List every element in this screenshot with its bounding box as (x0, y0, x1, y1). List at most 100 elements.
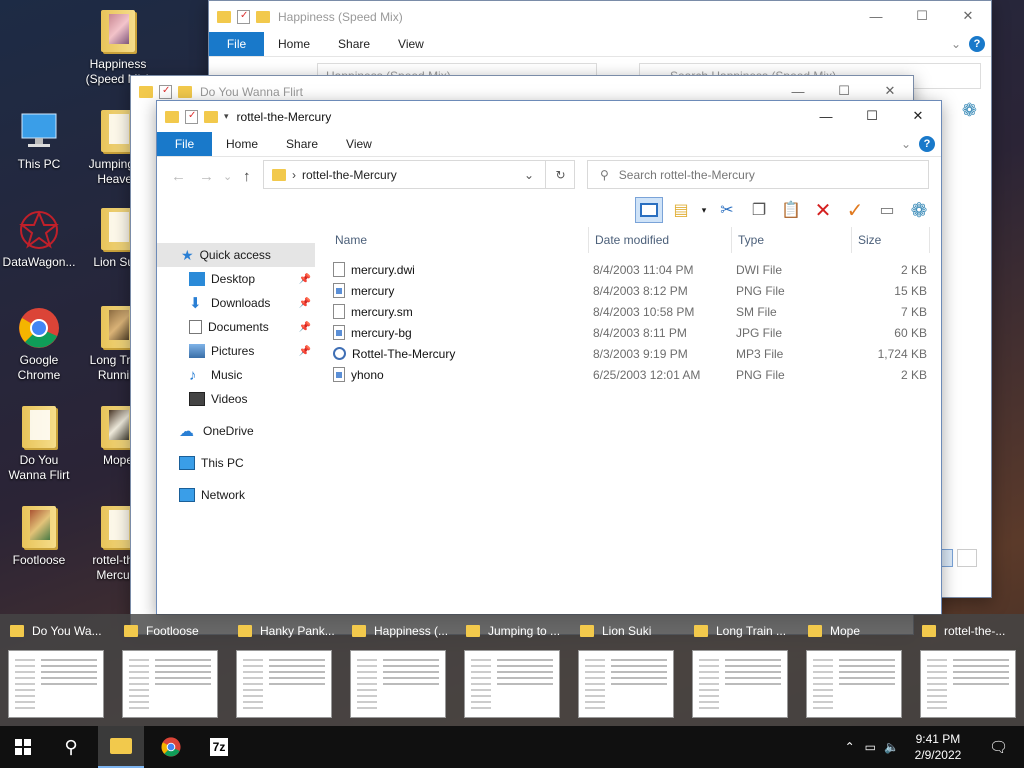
start-button[interactable] (0, 726, 46, 768)
ribbon-view-tab[interactable]: View (332, 132, 386, 156)
delete-icon[interactable]: ✕ (809, 197, 837, 223)
nav-label: Downloads (211, 296, 271, 310)
chrome-icon (161, 737, 181, 757)
pin-icon[interactable]: 📌 (299, 274, 311, 285)
desktop-icon-this-pc[interactable]: This PC (1, 110, 77, 172)
chevron-down-icon[interactable]: ⌄ (951, 37, 961, 51)
desktop-icon-datawagon[interactable]: DataWagon... (1, 208, 77, 270)
dropdown-arrow-icon[interactable]: ▾ (699, 197, 709, 223)
shell-icon[interactable]: ❁ (905, 197, 933, 223)
taskbar-chrome[interactable] (148, 726, 194, 768)
file-row[interactable]: mercury.sm 8/4/2003 10:58 PM SM File 7 K… (333, 301, 931, 322)
back-arrow-icon[interactable]: ← (171, 168, 186, 185)
ribbon-file-tab[interactable]: File (157, 132, 212, 156)
network-status-icon[interactable]: ▭ (861, 740, 880, 754)
desktop-icon-do-you-wanna-flirt[interactable]: Do You Wanna Flirt (1, 406, 77, 483)
address-bar[interactable]: › rottel-the-Mercury ⌄ (263, 160, 575, 189)
thumbnail-window[interactable]: Jumping to ... (456, 614, 570, 726)
close-button[interactable]: ✕ (895, 101, 941, 131)
column-header-type[interactable]: Type (732, 227, 852, 253)
customize-toolbar-icon[interactable]: ▾ (224, 111, 229, 122)
column-header-name[interactable]: Name (333, 227, 589, 253)
forward-arrow-icon[interactable]: → (199, 168, 214, 185)
nav-downloads[interactable]: ⬇ Downloads 📌 (157, 291, 315, 315)
nav-network[interactable]: Network (157, 483, 315, 507)
nav-documents[interactable]: Documents 📌 (157, 315, 315, 339)
nav-videos[interactable]: Videos (157, 387, 315, 411)
thumbnail-window[interactable]: Happiness (... (342, 614, 456, 726)
explorer-window-rottel[interactable]: ▾ rottel-the-Mercury —☐✕ File Home Share… (156, 100, 942, 615)
volume-muted-icon[interactable]: 🔈 (880, 740, 903, 754)
file-row[interactable]: yhono 6/25/2003 12:01 AM PNG File 2 KB (333, 364, 931, 385)
recent-locations-icon[interactable]: ⌄ (223, 170, 232, 183)
pin-icon[interactable]: 📌 (299, 346, 311, 357)
nav-onedrive[interactable]: ☁ OneDrive (157, 419, 315, 443)
checkmark-icon[interactable]: ✓ (841, 197, 869, 223)
properties-icon[interactable] (185, 109, 198, 124)
properties-icon[interactable] (159, 84, 172, 99)
nav-quick-access[interactable]: ★ Quick access (157, 243, 315, 267)
ribbon-file-tab[interactable]: File (209, 32, 264, 56)
nav-label: Network (201, 488, 246, 502)
column-header-size[interactable]: Size (852, 227, 930, 253)
ribbon-share-tab[interactable]: Share (272, 132, 332, 156)
tiles-view-icon[interactable] (957, 549, 977, 567)
ribbon-share-tab[interactable]: Share (324, 32, 384, 56)
search-box[interactable]: ⚲ Search rottel-the-Mercury (587, 160, 929, 189)
ribbon-view-tab[interactable]: View (384, 32, 438, 56)
new-folder-icon[interactable] (256, 10, 270, 23)
notifications-icon[interactable]: 🗨 (973, 738, 1024, 756)
rename-icon[interactable]: ▭ (873, 197, 901, 223)
new-folder-icon[interactable] (178, 85, 192, 98)
paste-icon[interactable]: 📋 (777, 197, 805, 223)
nav-this-pc[interactable]: This PC (157, 451, 315, 475)
clock[interactable]: 9:41 PM 2/9/2022 (903, 731, 973, 763)
breadcrumb-chevron-icon[interactable]: › (292, 168, 296, 182)
file-row[interactable]: mercury.dwi 8/4/2003 11:04 PM DWI File 2… (333, 259, 931, 280)
new-folder-icon[interactable] (204, 110, 218, 123)
minimize-button[interactable]: — (853, 1, 899, 31)
search-button[interactable]: ⚲ (48, 726, 94, 768)
nav-desktop[interactable]: Desktop 📌 (157, 267, 315, 291)
help-icon[interactable]: ? (919, 136, 935, 152)
nav-music[interactable]: ♪ Music (157, 363, 315, 387)
column-header-date[interactable]: Date modified (589, 227, 732, 253)
ribbon-home-tab[interactable]: Home (212, 132, 272, 156)
ribbon-home-tab[interactable]: Home (264, 32, 324, 56)
chevron-up-icon[interactable]: ⌃ (839, 740, 861, 754)
chevron-down-icon[interactable]: ⌄ (901, 137, 911, 151)
refresh-button[interactable]: ↻ (545, 160, 575, 189)
maximize-button[interactable]: ☐ (849, 101, 895, 131)
pin-icon[interactable]: 📌 (299, 322, 311, 333)
thumbnail-window[interactable]: Hanky Pank... (228, 614, 342, 726)
thumbnail-window[interactable]: rottel-the-... (912, 614, 1024, 726)
pin-icon[interactable]: 📌 (299, 298, 311, 309)
close-button[interactable]: ✕ (945, 1, 991, 31)
desktop-icon-chrome[interactable]: Google Chrome (1, 306, 77, 383)
preview-pane-icon[interactable] (635, 197, 663, 223)
properties-icon[interactable] (237, 9, 250, 24)
thumbnail-window[interactable]: Lion Suki (570, 614, 684, 726)
maximize-button[interactable]: ☐ (899, 1, 945, 31)
thumbnail-window[interactable]: Mope (798, 614, 912, 726)
file-row[interactable]: mercury 8/4/2003 8:12 PM PNG File 15 KB (333, 280, 931, 301)
taskbar-file-explorer[interactable] (98, 726, 144, 768)
copy-icon[interactable]: ❐ (745, 197, 773, 223)
taskbar-7zip[interactable]: 7z (196, 726, 242, 768)
file-row[interactable]: mercury-bg 8/4/2003 8:11 PM JPG File 60 … (333, 322, 931, 343)
folder-icon (272, 168, 286, 181)
folder-views-icon[interactable]: ▤ (667, 197, 695, 223)
thumbnail-window[interactable]: Long Train ... (684, 614, 798, 726)
address-dropdown-icon[interactable]: ⌄ (524, 168, 534, 182)
help-icon[interactable]: ? (969, 36, 985, 52)
up-arrow-icon[interactable]: ↑ (243, 168, 251, 185)
cut-icon[interactable]: ✂ (713, 197, 741, 223)
nav-pictures[interactable]: Pictures 📌 (157, 339, 315, 363)
thumbnail-window[interactable]: Footloose (114, 614, 228, 726)
file-row[interactable]: Rottel-The-Mercury 8/3/2003 9:19 PM MP3 … (333, 343, 931, 364)
desktop-icon-footloose[interactable]: Footloose (1, 506, 77, 568)
shell-icon[interactable]: ❁ (962, 100, 977, 121)
minimize-button[interactable]: — (803, 101, 849, 131)
thumbnail-window[interactable]: Do You Wa... (0, 614, 114, 726)
search-placeholder: Search rottel-the-Mercury (618, 167, 755, 182)
